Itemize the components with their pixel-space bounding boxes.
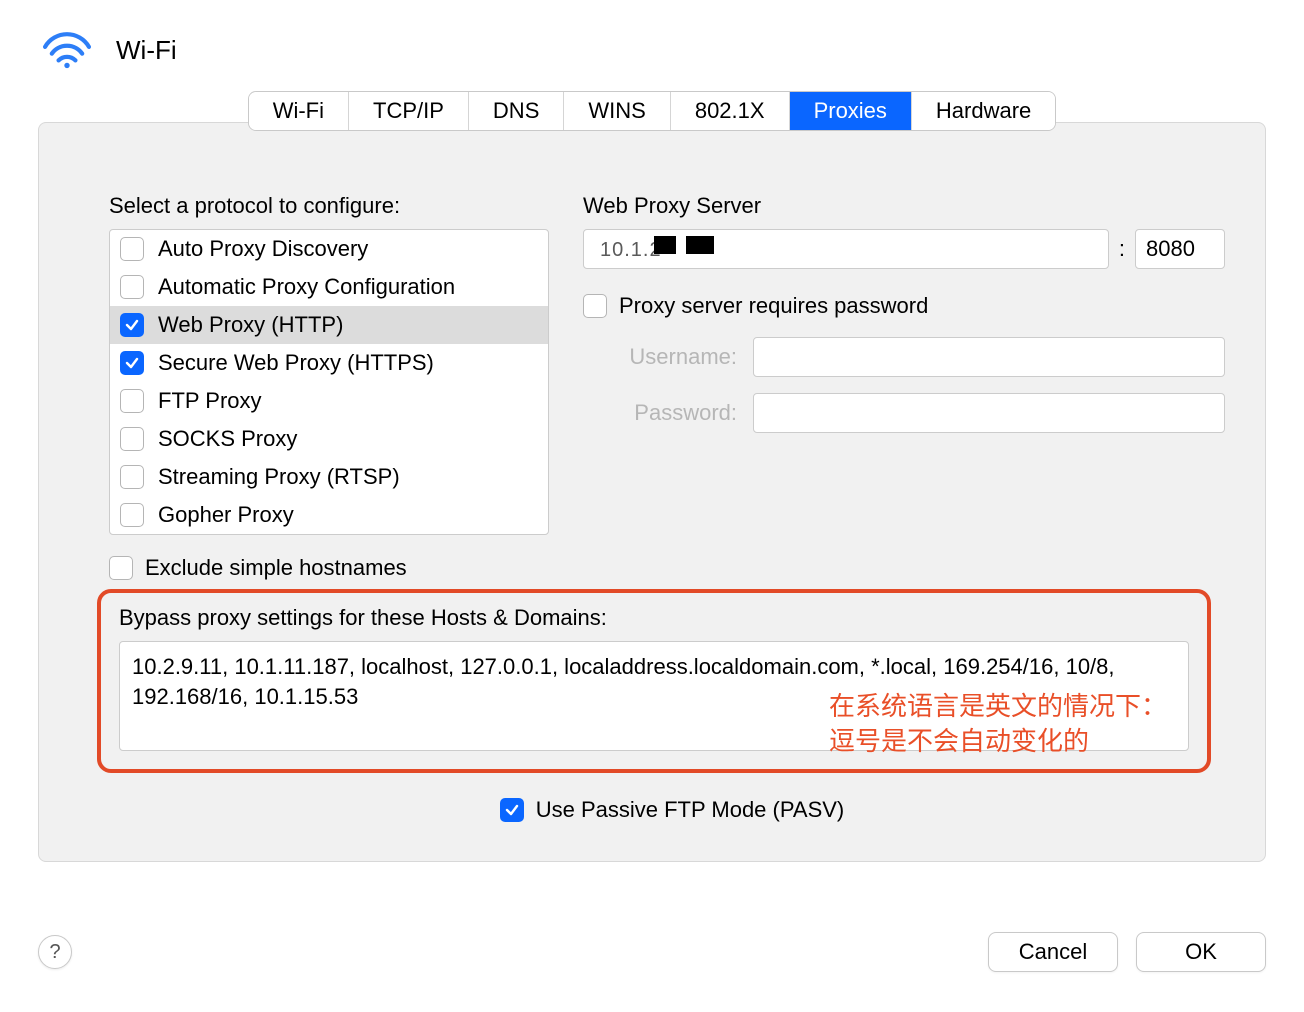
host-port-separator: : — [1119, 236, 1125, 262]
proxy-host-value: 10.1.2 — [594, 239, 662, 261]
protocol-checkbox[interactable] — [120, 503, 144, 527]
protocol-checkbox[interactable] — [120, 351, 144, 375]
protocol-row[interactable]: Streaming Proxy (RTSP) — [110, 458, 548, 496]
protocol-row[interactable]: FTP Proxy — [110, 382, 548, 420]
redaction-block — [654, 236, 676, 254]
requires-password-label: Proxy server requires password — [619, 293, 928, 319]
pasv-label: Use Passive FTP Mode (PASV) — [536, 797, 845, 823]
protocol-label: Web Proxy (HTTP) — [158, 312, 343, 338]
annotation-text: 在系统语言是英文的情况下： 逗号是不会自动变化的 — [829, 689, 1167, 759]
bypass-label: Bypass proxy settings for these Hosts & … — [119, 605, 1189, 631]
tab-wins[interactable]: WINS — [564, 92, 670, 130]
protocol-row[interactable]: Auto Proxy Discovery — [110, 230, 548, 268]
proxy-port-input[interactable] — [1135, 229, 1225, 269]
protocol-select-label: Select a protocol to configure: — [109, 193, 549, 219]
protocol-label: Secure Web Proxy (HTTPS) — [158, 350, 434, 376]
protocol-row[interactable]: Automatic Proxy Configuration — [110, 268, 548, 306]
bypass-highlight-box: Bypass proxy settings for these Hosts & … — [97, 589, 1211, 773]
wifi-icon — [40, 30, 94, 71]
exclude-hostnames-checkbox[interactable] — [109, 556, 133, 580]
protocol-row[interactable]: SOCKS Proxy — [110, 420, 548, 458]
window-header: Wi-Fi — [0, 0, 1304, 91]
protocol-checkbox[interactable] — [120, 313, 144, 337]
password-input[interactable] — [753, 393, 1225, 433]
tab-hardware[interactable]: Hardware — [912, 92, 1055, 130]
tab-bar: Wi-FiTCP/IPDNSWINS802.1XProxiesHardware — [248, 91, 1057, 131]
tab-dns[interactable]: DNS — [469, 92, 564, 130]
protocol-label: Streaming Proxy (RTSP) — [158, 464, 400, 490]
protocol-label: Automatic Proxy Configuration — [158, 274, 455, 300]
protocol-checkbox[interactable] — [120, 465, 144, 489]
help-button[interactable]: ? — [38, 935, 72, 969]
protocol-label: Auto Proxy Discovery — [158, 236, 368, 262]
protocol-label: FTP Proxy — [158, 388, 262, 414]
pasv-checkbox[interactable] — [500, 798, 524, 822]
web-proxy-server-label: Web Proxy Server — [583, 193, 1225, 219]
protocol-checkbox[interactable] — [120, 237, 144, 261]
protocol-checkbox[interactable] — [120, 427, 144, 451]
protocol-list[interactable]: Auto Proxy Discovery Automatic Proxy Conf… — [109, 229, 549, 535]
protocol-label: SOCKS Proxy — [158, 426, 297, 452]
tab-tcp-ip[interactable]: TCP/IP — [349, 92, 469, 130]
protocol-checkbox[interactable] — [120, 389, 144, 413]
annotation-line-2: 逗号是不会自动变化的 — [829, 724, 1167, 759]
dialog-footer: ? Cancel OK — [38, 932, 1266, 972]
page-title: Wi-Fi — [116, 35, 177, 66]
password-label: Password: — [583, 400, 743, 426]
protocol-row[interactable]: Gopher Proxy — [110, 496, 548, 534]
protocol-row[interactable]: Web Proxy (HTTP) — [110, 306, 548, 344]
proxy-host-input[interactable]: 10.1.2 — [583, 229, 1109, 269]
tab-802-1x[interactable]: 802.1X — [671, 92, 790, 130]
tab-proxies[interactable]: Proxies — [790, 92, 912, 130]
tab-wi-fi[interactable]: Wi-Fi — [249, 92, 349, 130]
annotation-line-1: 在系统语言是英文的情况下： — [829, 689, 1167, 724]
cancel-button[interactable]: Cancel — [988, 932, 1118, 972]
protocol-checkbox[interactable] — [120, 275, 144, 299]
ok-button[interactable]: OK — [1136, 932, 1266, 972]
username-label: Username: — [583, 344, 743, 370]
username-input[interactable] — [753, 337, 1225, 377]
protocol-row[interactable]: Secure Web Proxy (HTTPS) — [110, 344, 548, 382]
protocol-label: Gopher Proxy — [158, 502, 294, 528]
exclude-hostnames-label: Exclude simple hostnames — [145, 555, 407, 581]
redaction-block — [686, 236, 714, 254]
settings-panel: Select a protocol to configure: Auto Pro… — [38, 122, 1266, 862]
requires-password-checkbox[interactable] — [583, 294, 607, 318]
